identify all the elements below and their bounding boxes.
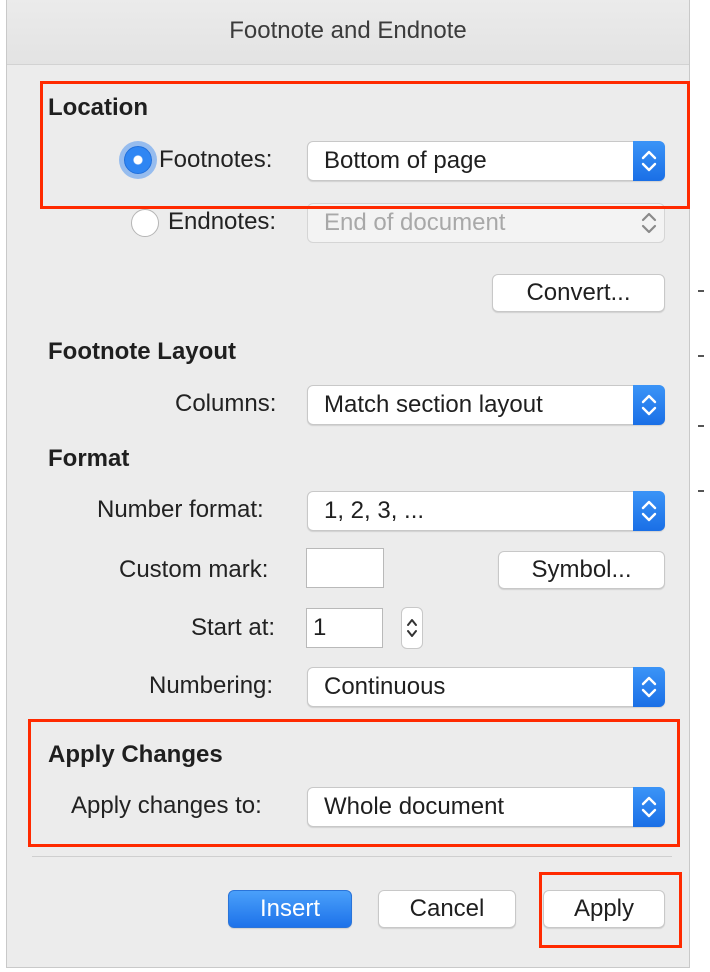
footnote-endnote-dialog: Footnote and Endnote Location Footnotes:… <box>6 0 690 968</box>
start-at-stepper[interactable] <box>401 607 423 649</box>
columns-value: Match section layout <box>324 391 543 418</box>
updown-chevron-icon <box>407 619 417 637</box>
number-format-value: 1, 2, 3, ... <box>324 497 425 524</box>
highlight-box-apply-button <box>539 872 682 948</box>
numbering-select[interactable]: Continuous <box>307 667 665 707</box>
columns-select[interactable]: Match section layout <box>307 385 665 425</box>
endnotes-radio[interactable] <box>131 209 159 237</box>
updown-chevron-icon <box>633 667 665 707</box>
document-mark <box>698 355 704 357</box>
footnote-layout-heading: Footnote Layout <box>48 338 236 365</box>
endnotes-location-select[interactable]: End of document <box>307 203 665 243</box>
document-mark <box>698 490 704 492</box>
updown-chevron-icon <box>633 203 665 243</box>
convert-button[interactable]: Convert... <box>492 274 665 312</box>
start-at-input[interactable]: 1 <box>306 608 383 648</box>
insert-button[interactable]: Insert <box>228 890 352 928</box>
endnotes-label[interactable]: Endnotes: <box>168 208 276 236</box>
format-heading: Format <box>48 445 130 472</box>
symbol-button[interactable]: Symbol... <box>498 551 665 589</box>
updown-chevron-icon <box>633 491 665 531</box>
dialog-title: Footnote and Endnote <box>7 0 689 65</box>
document-mark <box>698 290 704 292</box>
number-format-label: Number format: <box>97 496 264 523</box>
endnotes-location-value: End of document <box>324 209 506 236</box>
updown-chevron-icon <box>633 385 665 425</box>
numbering-value: Continuous <box>324 673 446 700</box>
custom-mark-label: Custom mark: <box>119 556 269 583</box>
highlight-box-apply-changes <box>28 719 680 847</box>
number-format-select[interactable]: 1, 2, 3, ... <box>307 491 665 531</box>
document-mark <box>698 425 704 427</box>
divider <box>32 856 672 857</box>
background-document <box>690 0 710 972</box>
numbering-label: Numbering: <box>149 672 274 699</box>
columns-label: Columns: <box>175 390 277 417</box>
start-at-label: Start at: <box>191 614 276 641</box>
cancel-button[interactable]: Cancel <box>378 890 516 928</box>
highlight-box-location <box>40 81 690 209</box>
custom-mark-input[interactable] <box>306 548 384 588</box>
